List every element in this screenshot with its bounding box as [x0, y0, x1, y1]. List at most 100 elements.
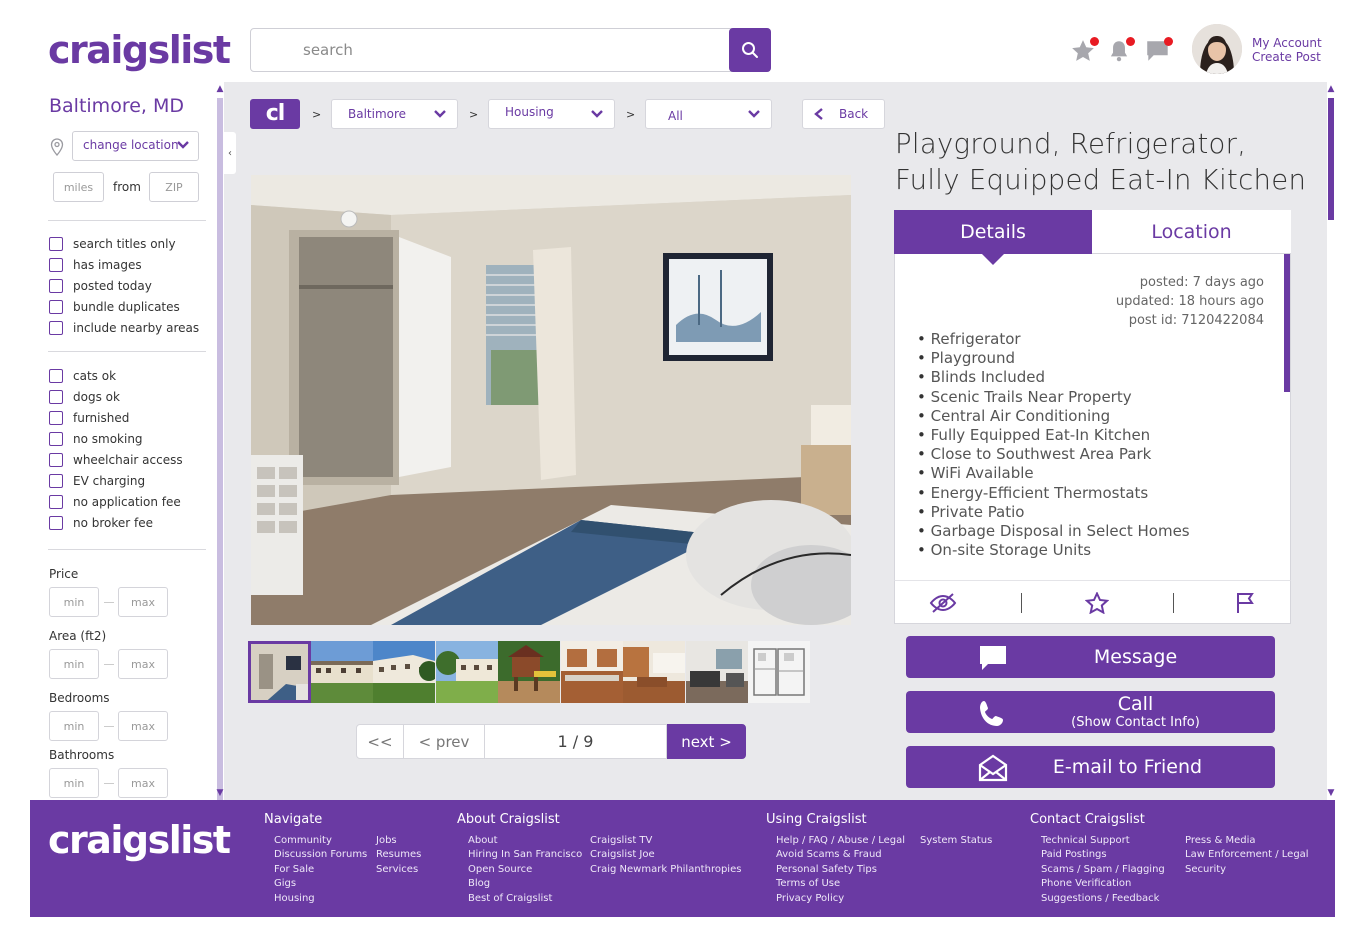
- messages-button[interactable]: [1144, 37, 1174, 68]
- change-location-dropdown[interactable]: change location: [72, 131, 199, 161]
- checkbox[interactable]: [49, 258, 63, 272]
- avatar[interactable]: [1192, 24, 1242, 74]
- checkbox[interactable]: [49, 390, 63, 404]
- bathrooms-max-input[interactable]: max: [118, 768, 168, 798]
- thumbnail-8[interactable]: [685, 641, 749, 703]
- thumbnail-3[interactable]: [373, 641, 436, 703]
- footer-link[interactable]: Suggestions / Feedback: [1041, 892, 1165, 906]
- footer-link[interactable]: Paid Postings: [1041, 848, 1165, 862]
- checkbox[interactable]: [49, 321, 63, 335]
- breadcrumb-city-dropdown[interactable]: Baltimore: [331, 99, 458, 129]
- price-min-input[interactable]: min: [49, 587, 99, 617]
- filter-no-application-fee[interactable]: no application fee: [49, 493, 181, 511]
- footer-link[interactable]: System Status: [920, 834, 992, 848]
- footer-link[interactable]: Blog: [468, 877, 582, 891]
- favorite-star-icon[interactable]: [1085, 592, 1109, 614]
- prev-photo-button[interactable]: < prev: [404, 724, 485, 759]
- footer-link[interactable]: Scams / Spam / Flagging: [1041, 863, 1165, 877]
- message-button[interactable]: Message: [906, 636, 1275, 678]
- checkbox[interactable]: [49, 432, 63, 446]
- filter-search-titles-only[interactable]: search titles only: [49, 235, 176, 253]
- bedrooms-max-input[interactable]: max: [118, 711, 168, 741]
- call-button[interactable]: Call (Show Contact Info): [906, 691, 1275, 733]
- main-listing-photo[interactable]: [251, 175, 851, 625]
- bedrooms-min-input[interactable]: min: [49, 711, 99, 741]
- thumbnail-6[interactable]: [560, 641, 624, 703]
- thumbnail-9[interactable]: [748, 641, 811, 703]
- search-button[interactable]: [729, 28, 771, 72]
- footer-link[interactable]: Open Source: [468, 863, 582, 877]
- details-scrollbar[interactable]: [1284, 254, 1290, 392]
- email-to-friend-button[interactable]: E-mail to Friend: [906, 746, 1275, 788]
- footer-link[interactable]: Best of Craigslist: [468, 892, 582, 906]
- footer-link[interactable]: Craigslist Joe: [590, 848, 741, 862]
- page-scrollbar[interactable]: ▲ ▼: [1327, 82, 1335, 800]
- collapse-sidebar-button[interactable]: ‹: [224, 132, 236, 174]
- area-min-input[interactable]: min: [49, 649, 99, 679]
- price-max-input[interactable]: max: [118, 587, 168, 617]
- footer-link[interactable]: Gigs: [274, 877, 367, 891]
- footer-link[interactable]: Resumes: [376, 848, 421, 862]
- filter-cats-ok[interactable]: cats ok: [49, 367, 116, 385]
- footer-link[interactable]: Help / FAQ / Abuse / Legal: [776, 834, 905, 848]
- footer-link[interactable]: Housing: [274, 892, 367, 906]
- bathrooms-min-input[interactable]: min: [49, 768, 99, 798]
- scroll-up-icon[interactable]: ▲: [1327, 82, 1335, 96]
- footer-link[interactable]: Craigslist TV: [590, 834, 741, 848]
- create-post-link[interactable]: Create Post: [1252, 50, 1322, 64]
- footer-link[interactable]: Personal Safety Tips: [776, 863, 905, 877]
- first-photo-button[interactable]: <<: [356, 724, 404, 759]
- filter-ev-charging[interactable]: EV charging: [49, 472, 145, 490]
- filter-bundle-duplicates[interactable]: bundle duplicates: [49, 298, 180, 316]
- checkbox[interactable]: [49, 453, 63, 467]
- footer-link[interactable]: Avoid Scams & Fraud: [776, 848, 905, 862]
- tab-location[interactable]: Location: [1092, 210, 1291, 254]
- cl-home-logo[interactable]: cl: [250, 99, 300, 129]
- filter-dogs-ok[interactable]: dogs ok: [49, 388, 120, 406]
- footer-link[interactable]: Services: [376, 863, 421, 877]
- hide-eye-icon[interactable]: [929, 592, 957, 614]
- my-account-link[interactable]: My Account: [1252, 36, 1322, 50]
- footer-craigslist-logo[interactable]: craigslist: [48, 818, 231, 862]
- checkbox[interactable]: [49, 516, 63, 530]
- thumbnail-7[interactable]: [623, 641, 686, 703]
- footer-link[interactable]: Security: [1185, 863, 1309, 877]
- search-input[interactable]: [252, 30, 728, 70]
- notifications-button[interactable]: [1106, 37, 1136, 68]
- footer-link[interactable]: Jobs: [376, 834, 421, 848]
- flag-icon[interactable]: [1235, 592, 1257, 614]
- footer-link[interactable]: Privacy Policy: [776, 892, 905, 906]
- checkbox[interactable]: [49, 495, 63, 509]
- checkbox[interactable]: [49, 300, 63, 314]
- footer-link[interactable]: Law Enforcement / Legal: [1185, 848, 1309, 862]
- craigslist-logo[interactable]: craigslist: [48, 28, 231, 72]
- checkbox[interactable]: [49, 474, 63, 488]
- footer-link[interactable]: Craig Newmark Philanthropies: [590, 863, 741, 877]
- footer-link[interactable]: For Sale: [274, 863, 367, 877]
- filter-has-images[interactable]: has images: [49, 256, 142, 274]
- breadcrumb-category-dropdown[interactable]: Housing: [488, 99, 615, 129]
- footer-link[interactable]: Discussion Forums: [274, 848, 367, 862]
- checkbox[interactable]: [49, 237, 63, 251]
- scroll-down-icon[interactable]: ▼: [1327, 786, 1335, 800]
- filter-posted-today[interactable]: posted today: [49, 277, 152, 295]
- next-photo-button[interactable]: next >: [667, 724, 746, 759]
- filter-include-nearby-areas[interactable]: include nearby areas: [49, 319, 199, 337]
- miles-input[interactable]: miles: [53, 172, 104, 202]
- zip-input[interactable]: ZIP: [149, 172, 199, 202]
- scroll-up-icon[interactable]: ▲: [216, 82, 224, 96]
- checkbox[interactable]: [49, 411, 63, 425]
- thumbnail-1[interactable]: [248, 641, 311, 703]
- footer-link[interactable]: Terms of Use: [776, 877, 905, 891]
- thumbnail-2[interactable]: [310, 641, 374, 703]
- breadcrumb-subcategory-dropdown[interactable]: All: [645, 99, 772, 129]
- footer-link[interactable]: Technical Support: [1041, 834, 1165, 848]
- scrollbar-thumb[interactable]: [1328, 98, 1334, 220]
- filter-no-smoking[interactable]: no smoking: [49, 430, 143, 448]
- scrollbar-thumb[interactable]: [217, 98, 223, 800]
- footer-link[interactable]: About: [468, 834, 582, 848]
- filter-furnished[interactable]: furnished: [49, 409, 129, 427]
- filter-wheelchair-access[interactable]: wheelchair access: [49, 451, 183, 469]
- footer-link[interactable]: Phone Verification: [1041, 877, 1165, 891]
- footer-link[interactable]: Hiring In San Francisco: [468, 848, 582, 862]
